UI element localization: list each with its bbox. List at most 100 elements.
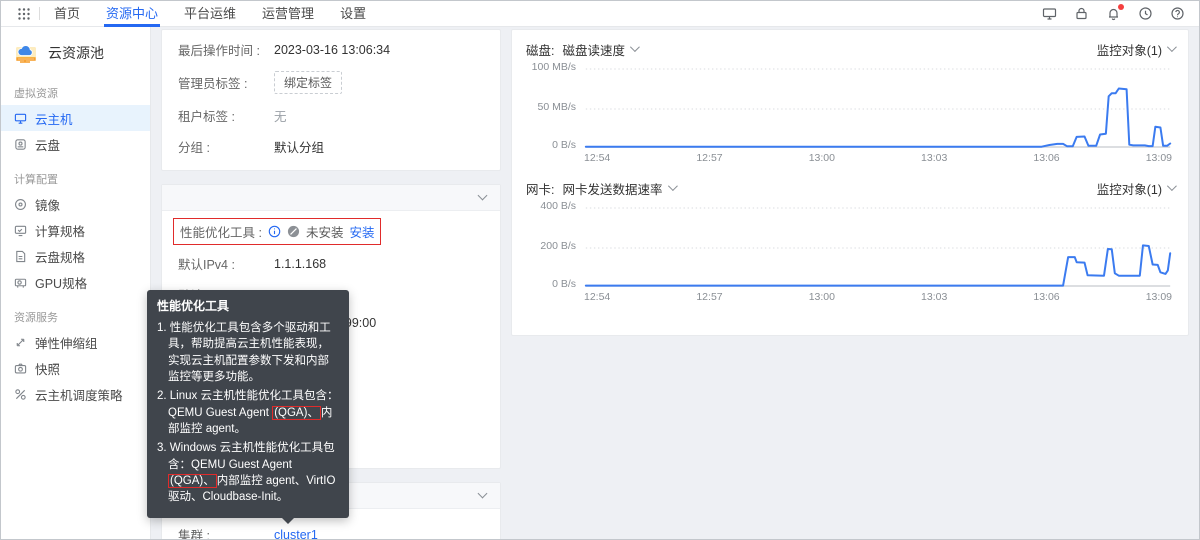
y-axis-label: 0 B/s [552,278,576,290]
nic-chart-block: 网卡: 网卡发送数据速率 监控对象(1) 400 B/s 200 B/s 0 B… [526,179,1177,304]
last-operation-time-value: 2023-03-16 13:06:34 [274,42,391,57]
ipv4-value: 1.1.1.168 [274,256,327,271]
perf-tools-status: 未安装 [305,226,344,240]
tooltip-item-3: 3. Windows 云主机性能优化工具包含：QEMU Guest Agent … [157,442,336,504]
disk-monitor-select[interactable]: 监控对象(1) [1097,40,1177,59]
field-label: 管理员标签 : [178,77,248,91]
cloud-host-icon [14,112,27,125]
disk-chart-category: 磁盘: [526,44,555,58]
cloud-disk-icon [14,138,27,151]
nav-operation-mgmt[interactable]: 运营管理 [262,1,314,27]
nic-chart-area: 400 B/s 200 B/s 0 B/s 12:54 12:57 13:00 13:… [526,200,1174,304]
chevron-down-icon [1166,181,1177,192]
sidebar-item-cloud-host[interactable]: 云主机 [1,105,150,131]
disk-chart-area: 100 MB/s 50 MB/s 0 B/s 12:54 12:57 13:00 13… [526,61,1174,165]
sidebar-section-resource-services: 资源服务 [14,312,58,324]
chevron-down-icon [667,181,678,192]
sidebar-item-label: 弹性伸缩组 [35,336,98,351]
sidebar-item-scheduling-policy[interactable]: 云主机调度策略 [1,381,150,407]
chevron-down-icon[interactable] [477,488,488,499]
group-value: 默认分组 [274,141,325,155]
perf-tools-row-annotated: 性能优化工具 : 未安装 安装 [173,218,382,245]
resource-pool-header[interactable]: 云资源池 [1,39,150,71]
perf-tools-label: 性能优化工具 : [180,226,262,240]
not-installed-icon [287,225,300,238]
sidebar-item-label: 云主机 [35,112,73,127]
field-row: 默认IPv4 : 1.1.1.168 [178,248,484,279]
config-card-header[interactable] [162,185,500,211]
nav-platform-ops[interactable]: 平台运维 [184,1,236,27]
qga-highlight: (QGA)、 [272,405,321,420]
tooltip-title: 性能优化工具 [157,299,230,313]
scheduling-policy-icon [14,388,27,401]
sidebar-item-label: 云主机调度策略 [35,388,123,403]
sidebar-item-disk-spec[interactable]: 云盘规格 [1,243,150,269]
y-axis-label: 400 B/s [540,200,576,212]
y-axis-label: 0 B/s [552,139,576,151]
y-axis-label: 200 B/s [540,240,576,252]
resource-pool-title: 云资源池 [48,45,104,61]
chevron-down-icon [1166,42,1177,53]
nav-settings[interactable]: 设置 [340,1,366,27]
field-row: 租户标签 : 无 [178,100,484,131]
detail-column: 最后操作时间 : 2023-03-16 13:06:34 管理员标签 : 绑定标… [147,29,501,540]
qga-highlight: (QGA)、 [168,473,217,488]
info-icon[interactable] [268,225,281,238]
cloud-pool-icon [16,45,36,63]
tooltip-item-1: 1. 性能优化工具包含多个驱动和工具，帮助提高云主机性能表现，实现云主机配置参数… [157,322,331,384]
sidebar-item-label: GPU规格 [35,276,88,291]
field-label: 集群 : [178,529,210,540]
field-label: 默认IPv4 : [178,258,235,272]
field-row: 分组 : 默认分组 [178,131,484,162]
disk-metric-select[interactable]: 磁盘读速度 [562,40,640,59]
nic-metric-select[interactable]: 网卡发送数据速率 [562,179,678,198]
nav-home[interactable]: 首页 [54,1,80,27]
gpu-spec-icon [14,276,27,289]
field-row: 最后操作时间 : 2023-03-16 13:06:34 [178,34,484,65]
sidebar-item-snapshot[interactable]: 快照 [1,355,150,381]
sidebar-item-gpu-spec[interactable]: GPU规格 [1,269,150,295]
bind-tag-button[interactable]: 绑定标签 [274,71,343,94]
monitor-column: 磁盘: 磁盘读速度 监控对象(1) 100 MB/s 50 MB/s 0 B/s… [511,29,1189,539]
disk-spec-icon [14,250,27,263]
history-icon[interactable] [1138,6,1153,21]
app-grid-icon[interactable] [17,7,31,21]
field-row: 管理员标签 : 绑定标签 [178,65,484,100]
bell-icon[interactable] [1106,4,1124,21]
install-link[interactable]: 安装 [349,222,374,241]
lock-icon[interactable] [1074,6,1089,21]
cluster-link[interactable]: cluster1 [274,528,318,540]
field-label: 分组 : [178,141,210,155]
sidebar-item-label: 镜像 [35,198,61,213]
sidebar-item-compute-spec[interactable]: 计算规格 [1,217,150,243]
y-axis-label: 100 MB/s [531,61,576,73]
x-axis-ticks: 12:54 12:57 13:00 13:03 13:06 13:09 [584,291,1172,303]
nic-monitor-select[interactable]: 监控对象(1) [1097,179,1177,198]
sidebar-section-compute-config: 计算配置 [14,174,58,186]
tooltip-arrow [282,517,294,524]
sidebar-item-label: 快照 [35,362,61,377]
field-row: 集群 : cluster1 [178,519,484,540]
field-label: 租户标签 : [178,110,235,124]
x-axis-ticks: 12:54 12:57 13:00 13:03 13:06 13:09 [584,152,1172,164]
chevron-down-icon[interactable] [477,190,488,201]
disk-read-speed-line-chart[interactable] [584,65,1172,149]
notification-badge [1118,4,1124,10]
display-icon[interactable] [1042,6,1057,21]
sidebar-item-auto-scaling-group[interactable]: 弹性伸缩组 [1,329,150,355]
help-icon[interactable] [1170,6,1185,21]
sidebar-item-cloud-disk[interactable]: 云盘 [1,131,150,157]
nic-chart-category: 网卡: [526,183,555,197]
basic-info-card: 最后操作时间 : 2023-03-16 13:06:34 管理员标签 : 绑定标… [161,29,501,171]
snapshot-icon [14,362,27,375]
top-navigation-bar: 首页 资源中心 平台运维 运营管理 设置 [1,1,1199,27]
sidebar-item-label: 云盘规格 [35,250,86,265]
topbar-icon-group [1042,4,1189,21]
image-icon [14,198,27,211]
tenant-tag-value: 无 [274,110,287,124]
nic-send-rate-line-chart[interactable] [584,204,1172,288]
nav-resource-center[interactable]: 资源中心 [104,1,161,27]
sidebar-item-image[interactable]: 镜像 [1,191,150,217]
config-info-card: 性能优化工具 : 未安装 安装 默认IPv4 : 1.1.1.168 默认IPv… [147,184,501,524]
monitor-charts-card: 磁盘: 磁盘读速度 监控对象(1) 100 MB/s 50 MB/s 0 B/s… [511,29,1189,336]
